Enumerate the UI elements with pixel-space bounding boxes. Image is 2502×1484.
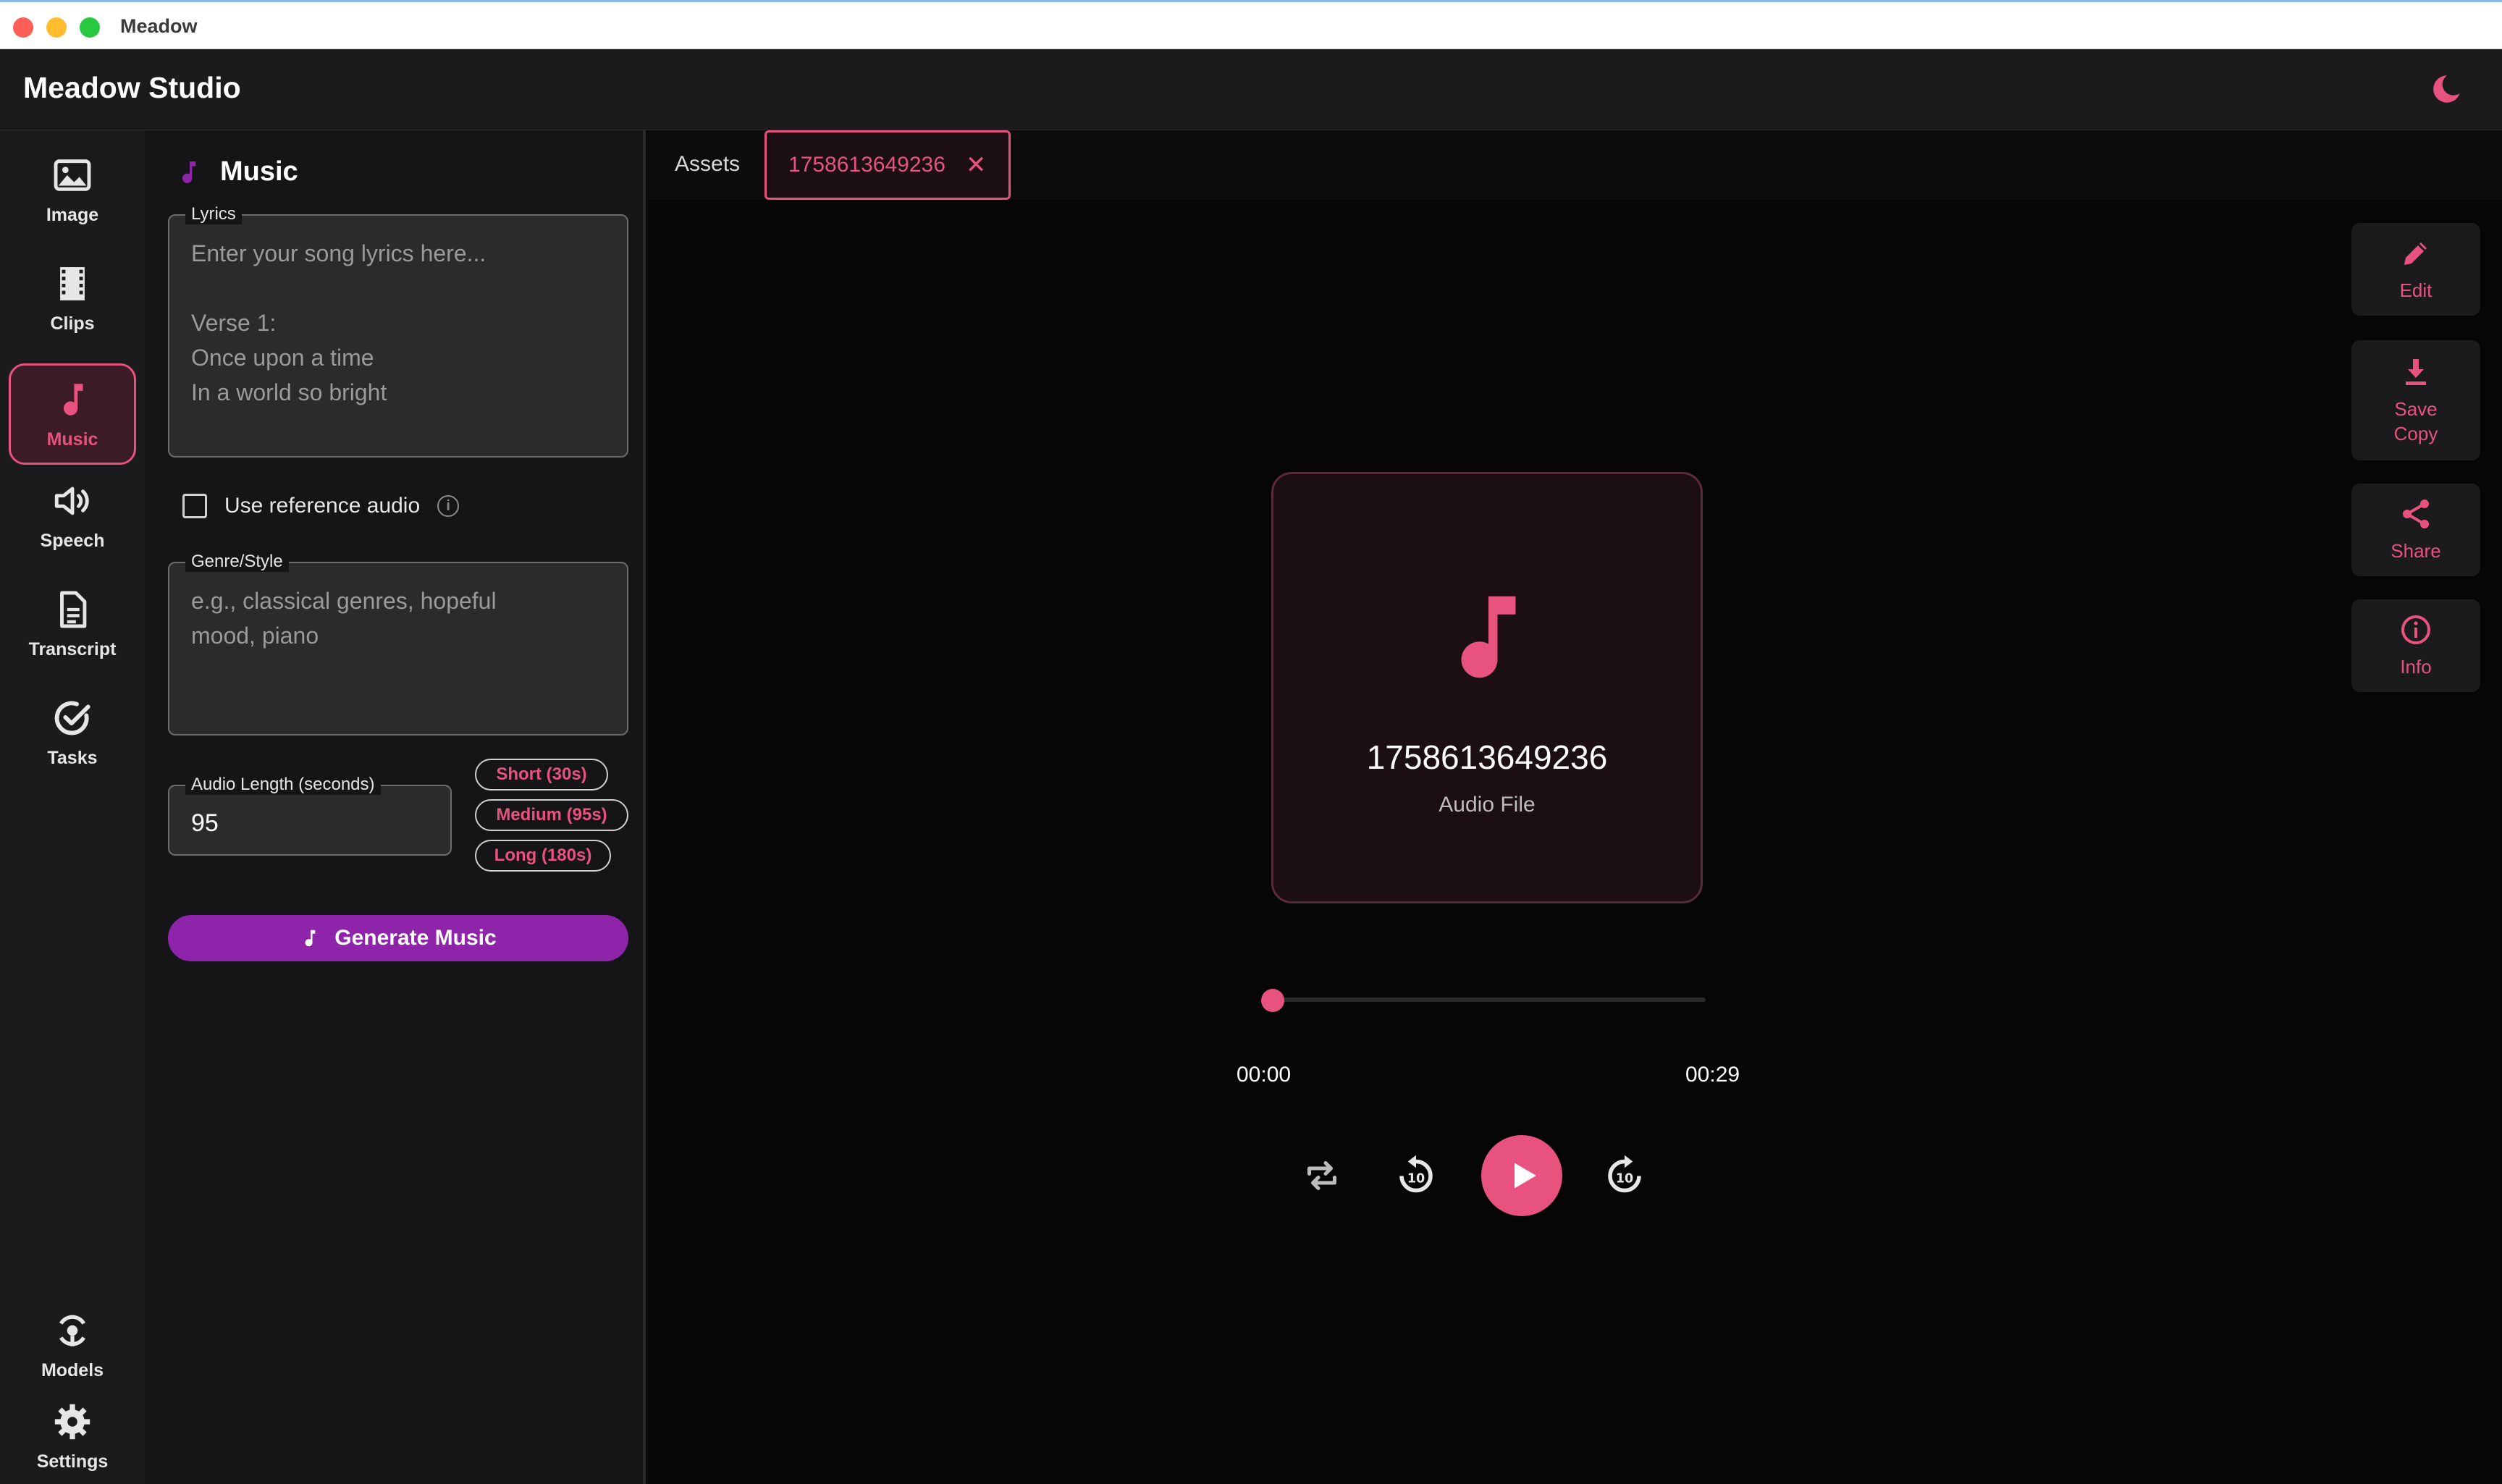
nav-item-label: Transcript bbox=[28, 638, 117, 659]
minimize-window-button[interactable] bbox=[46, 17, 67, 38]
info-icon bbox=[2401, 615, 2430, 644]
audio-file-name: 1758613649236 bbox=[1366, 738, 1608, 776]
speaker-icon bbox=[54, 486, 89, 515]
music-note-icon bbox=[182, 161, 196, 183]
share-icon bbox=[2403, 499, 2429, 528]
tab-label: 1758613649236 bbox=[788, 153, 945, 177]
nav-item-settings[interactable]: Settings bbox=[9, 1393, 136, 1480]
duration: 00:29 bbox=[1685, 1063, 1740, 1087]
info-icon[interactable]: i bbox=[437, 495, 460, 517]
nav-item-label: Settings bbox=[36, 1451, 109, 1472]
check-circle-icon bbox=[54, 701, 90, 735]
gear-icon bbox=[54, 1404, 90, 1439]
nav-item-label: Clips bbox=[50, 313, 95, 334]
moon-icon bbox=[2433, 75, 2460, 103]
tab-assets[interactable]: Assets bbox=[675, 152, 740, 177]
tab-audio-file[interactable]: 1758613649236 ✕ bbox=[764, 130, 1011, 200]
forward-10-button[interactable]: 10 bbox=[1603, 1152, 1646, 1196]
music-note-icon bbox=[305, 929, 316, 947]
nav-item-label: Image bbox=[46, 204, 99, 225]
seek-slider-handle[interactable] bbox=[1261, 989, 1284, 1012]
reference-audio-row: Use reference audio i bbox=[182, 494, 460, 518]
close-window-button[interactable] bbox=[13, 17, 33, 38]
download-icon bbox=[2406, 359, 2426, 385]
lyrics-label: Lyrics bbox=[185, 204, 242, 224]
generate-music-button[interactable]: Generate Music bbox=[168, 915, 628, 961]
music-note-icon bbox=[1461, 596, 1516, 678]
panel-header: Music bbox=[175, 156, 298, 187]
audio-file-card: 1758613649236 Audio File bbox=[1271, 472, 1703, 903]
models-icon bbox=[59, 1315, 86, 1346]
nav-item-label: Speech bbox=[40, 530, 105, 551]
svg-text:10: 10 bbox=[1616, 1171, 1633, 1186]
nav-rail: Image Clips Music Speech Transcript Task… bbox=[0, 130, 145, 1484]
tab-bar: Assets 1758613649236 ✕ bbox=[649, 130, 2502, 200]
pencil-icon bbox=[2404, 243, 2427, 265]
music-note-icon bbox=[63, 383, 83, 416]
play-icon bbox=[1515, 1163, 1536, 1189]
reference-audio-checkbox[interactable] bbox=[182, 494, 207, 518]
nav-item-speech[interactable]: Speech bbox=[9, 465, 136, 566]
edit-button[interactable]: Edit bbox=[2351, 223, 2480, 316]
nav-item-label: Models bbox=[41, 1359, 104, 1380]
nav-item-transcript[interactable]: Transcript bbox=[9, 573, 136, 675]
share-button[interactable]: Share bbox=[2351, 484, 2480, 576]
lyrics-placeholder: Enter your song lyrics here... Verse 1: … bbox=[191, 240, 486, 405]
app-title: Meadow Studio bbox=[23, 71, 241, 104]
info-label: Info bbox=[2400, 656, 2432, 678]
audio-length-field[interactable]: Audio Length (seconds) 95 bbox=[168, 775, 452, 856]
window-titlebar: Meadow bbox=[0, 0, 2502, 49]
zoom-window-button[interactable] bbox=[80, 17, 100, 38]
music-panel: Music Lyrics Enter your song lyrics here… bbox=[145, 130, 646, 1484]
save-copy-label: Save Copy bbox=[2393, 398, 2438, 444]
theme-toggle-button[interactable] bbox=[2428, 71, 2464, 107]
audio-length-value: 95 bbox=[191, 809, 219, 837]
film-icon bbox=[60, 266, 85, 300]
audio-file-type: Audio File bbox=[1439, 793, 1536, 817]
save-copy-button[interactable]: Save Copy bbox=[2351, 340, 2480, 460]
panel-title: Music bbox=[220, 156, 298, 187]
nav-item-label: Tasks bbox=[47, 747, 98, 768]
preset-short-button[interactable]: Short (30s) bbox=[475, 759, 608, 791]
generate-music-label: Generate Music bbox=[334, 926, 497, 950]
nav-item-label: Music bbox=[46, 429, 98, 450]
close-tab-icon[interactable]: ✕ bbox=[966, 151, 987, 180]
nav-item-music[interactable]: Music bbox=[9, 363, 136, 465]
nav-item-clips[interactable]: Clips bbox=[9, 248, 136, 349]
nav-item-models[interactable]: Models bbox=[9, 1297, 136, 1393]
forward-10-icon: 10 bbox=[1608, 1155, 1641, 1193]
document-icon bbox=[60, 591, 87, 628]
replay-10-icon: 10 bbox=[1399, 1155, 1433, 1193]
genre-style-label: Genre/Style bbox=[185, 552, 289, 572]
app-header: Meadow Studio bbox=[0, 49, 2502, 130]
genre-style-field[interactable]: Genre/Style e.g., classical genres, hope… bbox=[168, 552, 628, 735]
audio-length-label: Audio Length (seconds) bbox=[185, 775, 381, 795]
svg-text:10: 10 bbox=[1407, 1171, 1425, 1186]
preset-long-button[interactable]: Long (180s) bbox=[475, 840, 611, 872]
preset-medium-button[interactable]: Medium (95s) bbox=[475, 799, 628, 831]
edit-label: Edit bbox=[2399, 279, 2432, 301]
window-title: Meadow bbox=[120, 15, 198, 37]
play-button[interactable] bbox=[1481, 1135, 1562, 1216]
nav-item-tasks[interactable]: Tasks bbox=[9, 682, 136, 783]
rewind-10-button[interactable]: 10 bbox=[1394, 1152, 1438, 1196]
image-icon bbox=[54, 159, 91, 191]
nav-item-image[interactable]: Image bbox=[9, 139, 136, 240]
player-stage: 1758613649236 Audio File 00:00 00:29 10 … bbox=[649, 200, 2502, 1484]
share-label: Share bbox=[2391, 540, 2441, 562]
info-button[interactable]: Info bbox=[2351, 599, 2480, 692]
repeat-icon bbox=[1307, 1161, 1336, 1190]
genre-style-placeholder: e.g., classical genres, hopeful mood, pi… bbox=[191, 588, 497, 649]
seek-track[interactable] bbox=[1271, 998, 1706, 1002]
reference-audio-label: Use reference audio bbox=[224, 494, 421, 518]
current-time: 00:00 bbox=[1237, 1063, 1292, 1087]
repeat-button[interactable] bbox=[1300, 1154, 1344, 1197]
lyrics-field[interactable]: Lyrics Enter your song lyrics here... Ve… bbox=[168, 204, 628, 458]
